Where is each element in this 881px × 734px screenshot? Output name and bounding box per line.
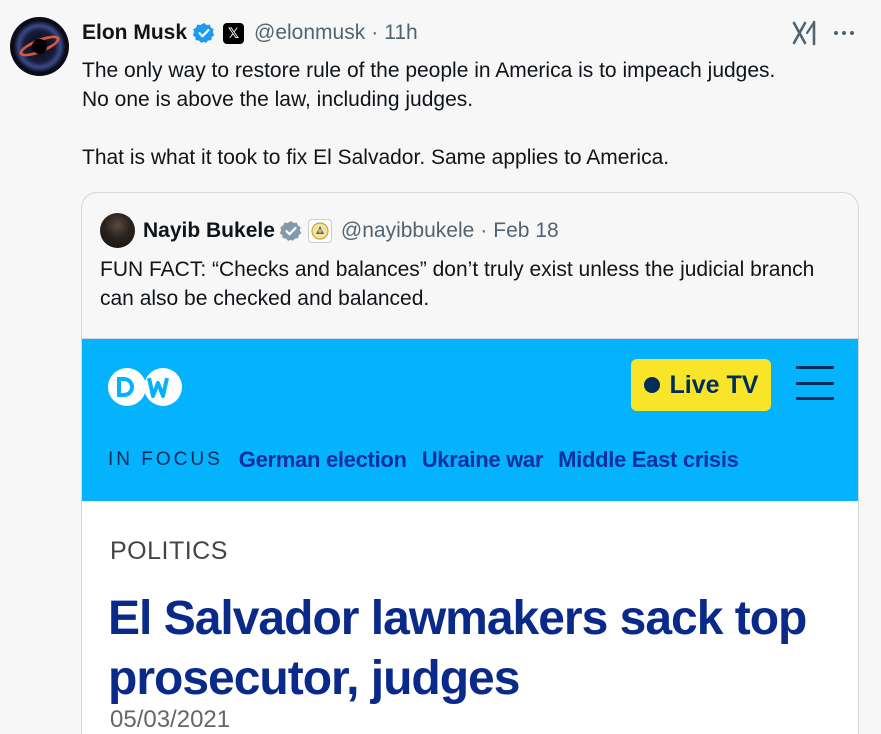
verified-check-icon (193, 22, 215, 44)
article-preview[interactable]: POLITICS El Salvador lawmakers sack top … (82, 501, 858, 734)
quote-time[interactable]: Feb 18 (493, 219, 558, 243)
quote-author-name[interactable]: Nayib Bukele (143, 219, 275, 243)
author-name[interactable]: Elon Musk (82, 21, 187, 45)
dw-logo (105, 365, 187, 409)
tweet-text: The only way to restore rule of the peop… (82, 56, 872, 172)
quote-text: FUN FACT: “Checks and balances” don’t tr… (100, 258, 815, 310)
separator: · (480, 218, 488, 242)
quote-header: Nayib Bukele @nayibbukele · Feb 18 (100, 213, 559, 248)
article-kicker: POLITICS (110, 537, 228, 565)
tweet-line: The only way to restore rule of the peop… (82, 59, 776, 82)
tweet-time[interactable]: 11h (384, 21, 417, 45)
article-date: 05/03/2021 (110, 706, 231, 733)
author-handle[interactable]: @elonmusk (254, 21, 365, 45)
focus-link-german-election[interactable]: German election (239, 447, 407, 473)
in-focus-label: IN FOCUS (108, 449, 223, 470)
tweet-line: That is what it took to fix El Salvador.… (82, 146, 670, 169)
verified-check-icon (279, 220, 302, 242)
dw-site-header: Live TV IN FOCUS German election Ukraine… (82, 338, 858, 501)
author-avatar[interactable] (10, 17, 69, 76)
tweet-line: No one is above the law, including judge… (82, 88, 474, 111)
more-dots-icon[interactable] (830, 22, 858, 44)
live-tv-label: Live TV (669, 370, 759, 399)
live-dot-icon (643, 377, 660, 393)
focus-link-middle-east-crisis[interactable]: Middle East crisis (558, 447, 739, 473)
hamburger-menu-icon[interactable] (796, 366, 834, 400)
quoted-tweet[interactable]: Nayib Bukele @nayibbukele · Feb 18 FUN F… (81, 192, 859, 734)
live-tv-button[interactable]: Live TV (631, 359, 771, 411)
tweet-header: Elon Musk 𝕏 @elonmusk · 11h (82, 20, 418, 46)
in-focus-nav: IN FOCUS German election Ukraine war Mid… (108, 447, 754, 473)
tweet-line-blank (82, 114, 872, 143)
separator: · (371, 21, 379, 44)
x-logo-icon: 𝕏 (223, 22, 245, 44)
quote-avatar[interactable] (100, 213, 135, 248)
article-headline[interactable]: El Salvador lawmakers sack top prosecuto… (108, 589, 828, 709)
quote-author-handle[interactable]: @nayibbukele (341, 219, 474, 243)
focus-link-ukraine-war[interactable]: Ukraine war (422, 447, 544, 473)
government-seal-icon (307, 218, 332, 243)
grok-icon[interactable] (791, 20, 819, 46)
